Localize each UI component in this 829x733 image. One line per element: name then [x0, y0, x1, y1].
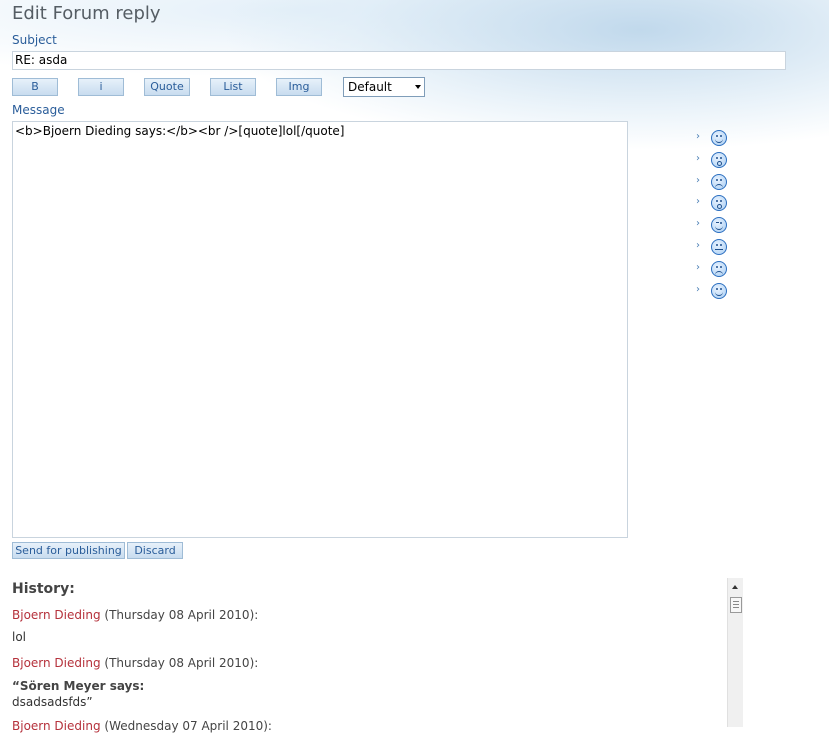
chevron-right-icon: › [696, 218, 700, 229]
list-button[interactable]: List [210, 78, 256, 96]
smiley-surprised[interactable]: › [696, 152, 732, 168]
italic-button[interactable]: i [78, 78, 124, 96]
smiley-smile[interactable]: › [696, 130, 732, 146]
message-label: Message [12, 103, 65, 117]
history-author-link[interactable]: Bjoern Dieding [12, 656, 101, 670]
history-entry-header: Bjoern Dieding (Thursday 08 April 2010): [12, 608, 258, 622]
smiley-happy[interactable]: › [696, 283, 732, 299]
chevron-right-icon: › [696, 153, 700, 164]
page-title: Edit Forum reply [12, 3, 161, 24]
scroll-thumb[interactable] [730, 597, 742, 613]
surprised-icon [711, 152, 727, 168]
smiley-shocked[interactable]: › [696, 195, 732, 211]
subject-label: Subject [12, 33, 57, 47]
history-scrollbar[interactable] [727, 578, 743, 727]
smiley-sad[interactable]: › [696, 174, 732, 190]
quote-button[interactable]: Quote [144, 78, 190, 96]
font-size-select-value: Default [348, 80, 392, 94]
smiley-neutral[interactable]: › [696, 239, 732, 255]
history-quote-author: “Sören Meyer says: [12, 679, 145, 693]
chevron-right-icon: › [696, 262, 700, 273]
history-date: (Thursday 08 April 2010): [104, 656, 259, 670]
history-date: (Wednesday 07 April 2010): [104, 719, 272, 733]
font-size-select[interactable]: Default [343, 77, 425, 97]
history-entry-body: lol [12, 630, 27, 644]
chevron-right-icon: › [696, 196, 700, 207]
message-textarea[interactable]: <b>Bjoern Dieding says:</b><br />[quote]… [12, 121, 628, 538]
history-entry-body: dsadsadsfds” [12, 695, 93, 709]
history-entry-header: Bjoern Dieding (Wednesday 07 April 2010)… [12, 719, 272, 733]
discard-button[interactable]: Discard [127, 542, 183, 559]
chevron-right-icon: › [696, 131, 700, 142]
frown-icon [711, 261, 727, 277]
bold-button[interactable]: B [12, 78, 58, 96]
chevron-right-icon: › [696, 284, 700, 295]
history-title: History: [12, 581, 75, 597]
wink-icon [711, 217, 727, 233]
happy-icon [711, 283, 727, 299]
scroll-up-icon[interactable] [732, 585, 738, 589]
shocked-icon [711, 195, 727, 211]
history-date: (Thursday 08 April 2010): [104, 608, 259, 622]
chevron-right-icon: › [696, 240, 700, 251]
chevron-down-icon [415, 85, 421, 89]
subject-input[interactable]: RE: asda [12, 51, 786, 70]
history-author-link[interactable]: Bjoern Dieding [12, 719, 101, 733]
img-button[interactable]: Img [276, 78, 322, 96]
smile-icon [711, 130, 727, 146]
sad-icon [711, 174, 727, 190]
smiley-frown[interactable]: › [696, 261, 732, 277]
chevron-right-icon: › [696, 175, 700, 186]
smiley-wink[interactable]: › [696, 217, 732, 233]
send-for-publishing-button[interactable]: Send for publishing [12, 542, 125, 559]
history-author-link[interactable]: Bjoern Dieding [12, 608, 101, 622]
history-entry-header: Bjoern Dieding (Thursday 08 April 2010): [12, 656, 258, 670]
neutral-icon [711, 239, 727, 255]
